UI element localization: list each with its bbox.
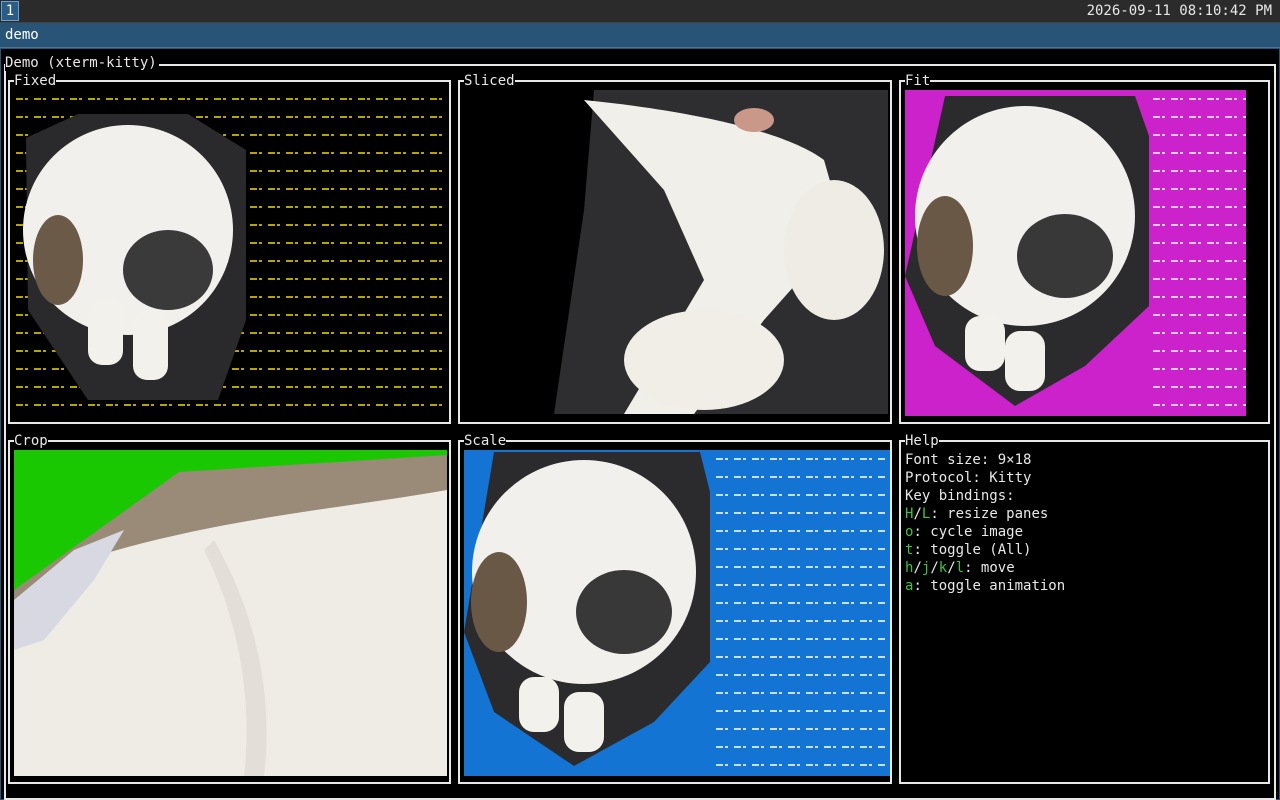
- desc-cycle: : cycle image: [913, 524, 1024, 540]
- pane-label-sliced: Sliced: [464, 73, 515, 89]
- window-titlebar[interactable]: demo: [0, 23, 1280, 48]
- key-l: l: [955, 560, 965, 576]
- desc-toggle: : toggle (All): [913, 542, 1032, 558]
- desc-animation: : toggle animation: [913, 578, 1066, 594]
- help-key-bindings-title: Key bindings:: [905, 488, 1015, 504]
- sep: /: [947, 560, 956, 576]
- sep: /: [930, 560, 939, 576]
- desc-resize: : resize panes: [930, 506, 1049, 522]
- workspace-button[interactable]: 1: [1, 1, 19, 21]
- binding-animation: a: toggle animation: [905, 577, 1065, 595]
- key-k: k: [938, 560, 948, 576]
- pane-fit[interactable]: [899, 80, 1270, 424]
- crop-cat-image: [14, 450, 447, 776]
- pane-fixed[interactable]: [8, 80, 451, 424]
- sliced-cat-image: [464, 90, 888, 414]
- pane-label-fixed: Fixed: [14, 73, 57, 89]
- pane-label-crop: Crop: [14, 433, 48, 449]
- sep: /: [913, 506, 922, 522]
- binding-toggle: t: toggle (All): [905, 541, 1065, 559]
- desc-move: : move: [964, 560, 1015, 576]
- help-font-size: Font size: 9×18: [905, 452, 1032, 468]
- binding-resize: H/L: resize panes: [905, 505, 1065, 523]
- pane-sliced[interactable]: [458, 80, 892, 424]
- sep: /: [913, 560, 922, 576]
- fixed-cat-image: [18, 110, 246, 400]
- window-title: demo: [5, 27, 39, 43]
- demo-title: Demo (xterm-kitty): [5, 55, 159, 71]
- help-content: Font size: 9×18 Protocol: Kitty Key bind…: [905, 451, 1065, 595]
- fit-glyph-area: [1151, 90, 1263, 416]
- top-status-bar: 1 2026-09-11 08:10:42 PM: [0, 0, 1280, 23]
- help-protocol: Protocol: Kitty: [905, 470, 1032, 486]
- pane-crop[interactable]: [8, 440, 451, 784]
- binding-cycle: o: cycle image: [905, 523, 1065, 541]
- scale-cat-image: [464, 452, 710, 766]
- pane-label-help: Help: [905, 433, 939, 449]
- scale-glyph-area: [714, 450, 886, 776]
- fit-cat-image: [905, 96, 1149, 406]
- pane-scale[interactable]: [458, 440, 892, 784]
- pane-label-scale: Scale: [464, 433, 507, 449]
- clock: 2026-09-11 08:10:42 PM: [1086, 3, 1272, 19]
- binding-move: h/j/k/l: move: [905, 559, 1065, 577]
- pane-label-fit: Fit: [905, 73, 931, 89]
